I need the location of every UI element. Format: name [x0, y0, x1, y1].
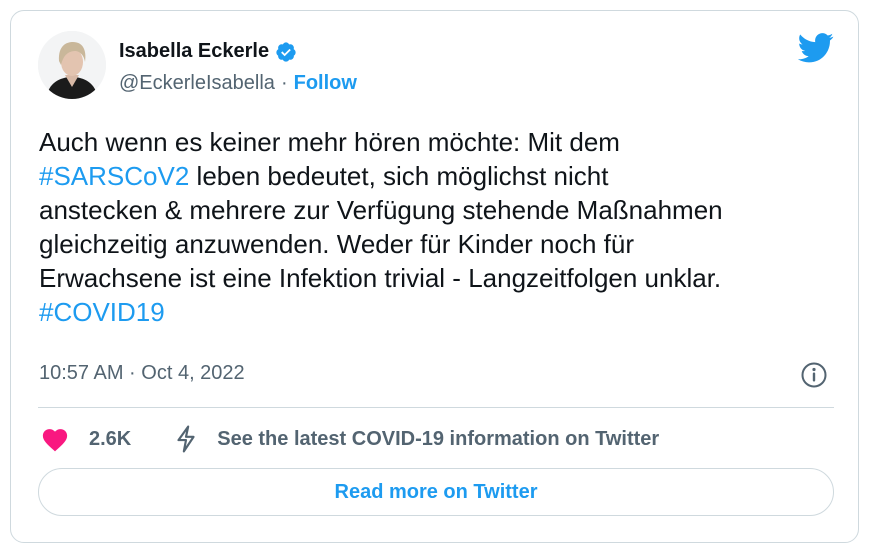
tweet-card: Isabella Eckerle @EckerleIsabella · Foll…	[10, 10, 859, 543]
heart-icon	[41, 426, 69, 452]
follow-button[interactable]: Follow	[294, 72, 357, 95]
lightning-bolt-icon	[175, 425, 197, 453]
tweet-text-segment: Auch wenn es keiner mehr hören möchte: M…	[39, 127, 620, 157]
divider	[38, 407, 834, 408]
author-name-row: Isabella Eckerle	[119, 40, 297, 63]
covid-info-text: See the latest COVID-19 information on T…	[217, 427, 660, 450]
covid-info-link[interactable]: See the latest COVID-19 information on T…	[175, 425, 659, 453]
avatar[interactable]	[38, 31, 106, 99]
author-name[interactable]: Isabella Eckerle	[119, 40, 269, 63]
like-button[interactable]: 2.6K	[41, 426, 131, 452]
read-more-button[interactable]: Read more on Twitter	[38, 468, 834, 516]
separator-dot: ·	[280, 72, 288, 94]
handle-row: @EckerleIsabella · Follow	[119, 72, 357, 95]
tweet-text: Auch wenn es keiner mehr hören möchte: M…	[39, 125, 839, 329]
action-bar: 2.6K See the latest COVID-19 information…	[41, 424, 659, 454]
tweet-timestamp[interactable]: 10:57 AM · Oct 4, 2022	[39, 362, 245, 385]
author-handle[interactable]: @EckerleIsabella	[119, 72, 275, 95]
hashtag-link[interactable]: #SARSCoV2	[39, 161, 189, 191]
hashtag-link[interactable]: #COVID19	[39, 297, 165, 327]
verified-badge-icon	[275, 41, 297, 63]
like-count: 2.6K	[89, 427, 132, 450]
